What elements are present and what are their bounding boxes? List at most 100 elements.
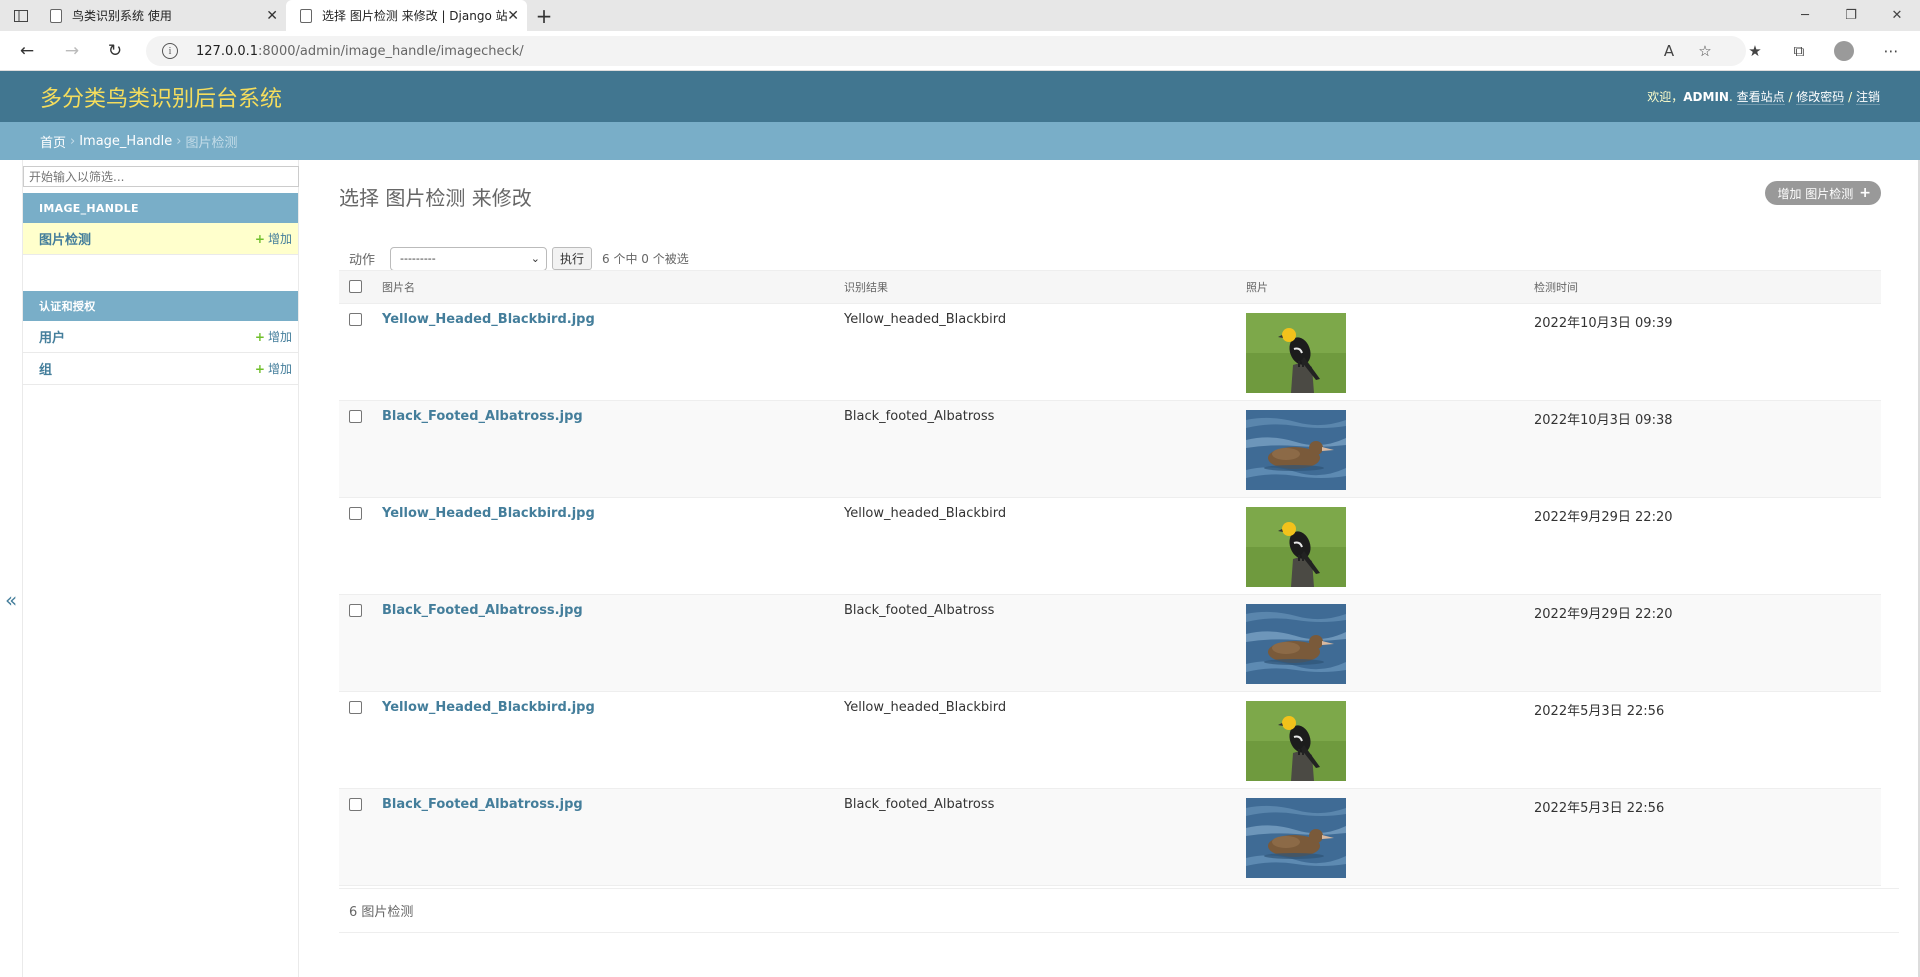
- sidebar-item-label[interactable]: 图片检测: [39, 229, 91, 248]
- add-imagecheck-button[interactable]: 增加 图片检测 +: [1765, 181, 1881, 205]
- favorite-add-icon[interactable]: ☆: [1690, 36, 1720, 66]
- forward-icon[interactable]: →: [57, 36, 87, 66]
- column-header-result[interactable]: 识别结果: [834, 270, 1236, 304]
- url-field[interactable]: i 127.0.0.1:8000/admin/image_handle/imag…: [146, 36, 1746, 66]
- tab-django-admin[interactable]: 选择 图片检测 来修改 | Django 站 ✕: [286, 0, 527, 31]
- add-label: 增加: [267, 362, 292, 376]
- logout-link[interactable]: 注销: [1855, 90, 1880, 105]
- row-link[interactable]: Yellow_Headed_Blackbird.jpg: [382, 312, 595, 327]
- close-icon[interactable]: ✕: [266, 8, 278, 24]
- page-title: 选择 图片检测 来修改: [339, 186, 532, 210]
- albatross-photo[interactable]: [1246, 604, 1346, 684]
- run-action-button[interactable]: 执行: [552, 247, 593, 270]
- cell-name: Yellow_Headed_Blackbird.jpg: [372, 303, 834, 401]
- add-user-link[interactable]: + 增加: [255, 328, 292, 345]
- cell-result: Black_footed_Albatross: [834, 400, 1236, 498]
- close-icon[interactable]: ✕: [507, 8, 519, 24]
- sidebar-item-label[interactable]: 用户: [39, 327, 65, 346]
- breadcrumb-separator: ›: [176, 133, 182, 149]
- plus-icon: +: [254, 362, 265, 376]
- collections-icon[interactable]: ⧉: [1784, 36, 1814, 66]
- row-checkbox[interactable]: [349, 507, 362, 520]
- breadcrumb: 首页 › Image_Handle › 图片检测: [0, 122, 1920, 160]
- breadcrumb-home[interactable]: 首页: [40, 132, 66, 151]
- profile-icon[interactable]: [1829, 36, 1859, 66]
- new-tab-icon[interactable]: +: [533, 0, 555, 31]
- row-link[interactable]: Black_Footed_Albatross.jpg: [382, 603, 583, 618]
- action-select[interactable]: --------- ⌄: [390, 246, 548, 271]
- column-header-time[interactable]: 检测时间: [1524, 270, 1881, 304]
- albatross-photo[interactable]: [1246, 798, 1346, 878]
- back-icon[interactable]: ←: [12, 36, 42, 66]
- row-link[interactable]: Yellow_Headed_Blackbird.jpg: [382, 506, 595, 521]
- cell-result: Yellow_headed_Blackbird: [834, 497, 1236, 595]
- plus-icon: +: [254, 330, 265, 344]
- add-label: 增加: [267, 232, 292, 246]
- row-select-cell: [339, 788, 372, 886]
- browser-tab-bar: 鸟类识别系统 使用 ✕ 选择 图片检测 来修改 | Django 站 ✕ + ─…: [0, 0, 1920, 31]
- cell-name: Black_Footed_Albatross.jpg: [372, 788, 834, 886]
- add-group-link[interactable]: + 增加: [255, 360, 292, 377]
- nav-filter-input[interactable]: [23, 166, 299, 187]
- more-icon[interactable]: ⋯: [1876, 36, 1906, 66]
- column-header-name[interactable]: 图片名: [372, 270, 834, 304]
- app-caption-auth[interactable]: 认证和授权: [23, 291, 298, 321]
- read-aloud-icon[interactable]: A: [1654, 36, 1684, 66]
- column-header-photo[interactable]: 照片: [1236, 270, 1524, 304]
- sidebar-item-groups: 组 + 增加: [23, 353, 298, 385]
- view-site-link[interactable]: 查看站点: [1736, 90, 1785, 105]
- cell-time: 2022年9月29日 22:20: [1524, 497, 1881, 595]
- selection-counter: 6 个中 0 个被选: [602, 252, 689, 266]
- tab-bird-system[interactable]: 鸟类识别系统 使用 ✕: [36, 0, 286, 31]
- username: ADMIN: [1683, 90, 1729, 104]
- change-password-link[interactable]: 修改密码: [1796, 90, 1845, 105]
- separator: /: [1784, 90, 1797, 104]
- window-close-icon[interactable]: ✕: [1882, 0, 1912, 31]
- restore-icon[interactable]: ❐: [1836, 0, 1866, 31]
- sidebar-item-label[interactable]: 组: [39, 359, 52, 378]
- table-row: Black_Footed_Albatross.jpg Black_footed_A…: [339, 594, 1881, 692]
- refresh-icon[interactable]: ↻: [100, 36, 130, 66]
- row-checkbox[interactable]: [349, 798, 362, 811]
- row-select-cell: [339, 400, 372, 498]
- add-label: 增加: [267, 330, 292, 344]
- row-checkbox[interactable]: [349, 604, 362, 617]
- nav-sidebar: IMAGE_HANDLE 图片检测 +增加 认证和授权 用户 +增加 组 +增加: [22, 160, 299, 977]
- tab-actions-icon[interactable]: [6, 0, 36, 31]
- blackbird-photo[interactable]: [1246, 507, 1346, 587]
- table-row: Yellow_Headed_Blackbird.jpg Yellow_headed…: [339, 303, 1881, 401]
- cell-photo: [1236, 691, 1524, 789]
- actions-label: 动作: [349, 253, 376, 268]
- chevron-down-icon: ⌄: [530, 252, 541, 265]
- favorites-icon[interactable]: ★: [1740, 36, 1770, 66]
- minimize-icon[interactable]: ─: [1790, 0, 1820, 31]
- breadcrumb-current: 图片检测: [185, 135, 238, 151]
- table-row: Black_Footed_Albatross.jpg Black_footed_A…: [339, 788, 1881, 886]
- albatross-photo[interactable]: [1246, 410, 1346, 490]
- url-host: 127.0.0.1: [196, 43, 259, 59]
- blackbird-photo[interactable]: [1246, 701, 1346, 781]
- site-info-icon[interactable]: i: [162, 43, 178, 59]
- row-checkbox[interactable]: [349, 313, 362, 326]
- blackbird-photo[interactable]: [1246, 313, 1346, 393]
- add-imagecheck-link[interactable]: + 增加: [255, 230, 292, 247]
- cell-time: 2022年9月29日 22:20: [1524, 594, 1881, 692]
- app-caption-image-handle[interactable]: IMAGE_HANDLE: [23, 193, 298, 223]
- select-all-checkbox[interactable]: [349, 279, 362, 293]
- tab-title: 鸟类识别系统 使用: [72, 9, 172, 23]
- row-checkbox[interactable]: [349, 410, 362, 423]
- cell-result: Yellow_headed_Blackbird: [834, 691, 1236, 789]
- tab-title: 选择 图片检测 来修改 | Django 站: [322, 9, 507, 23]
- breadcrumb-app[interactable]: Image_Handle: [79, 134, 172, 149]
- cell-time: 2022年5月3日 22:56: [1524, 691, 1881, 789]
- sidebar-toggle-icon[interactable]: «: [5, 588, 17, 612]
- site-branding[interactable]: 多分类鸟类识别后台系统: [40, 81, 282, 113]
- row-link[interactable]: Black_Footed_Albatross.jpg: [382, 409, 583, 424]
- row-link[interactable]: Yellow_Headed_Blackbird.jpg: [382, 700, 595, 715]
- table-row: Yellow_Headed_Blackbird.jpg Yellow_headed…: [339, 691, 1881, 789]
- user-tools: 欢迎，ADMIN. 查看站点 / 修改密码 / 注销: [1647, 90, 1880, 105]
- result-table: 图片名 识别结果 照片 检测时间 Yellow_Headed_Blackbird…: [339, 270, 1881, 886]
- row-link[interactable]: Black_Footed_Albatross.jpg: [382, 797, 583, 812]
- row-select-cell: [339, 594, 372, 692]
- row-checkbox[interactable]: [349, 701, 362, 714]
